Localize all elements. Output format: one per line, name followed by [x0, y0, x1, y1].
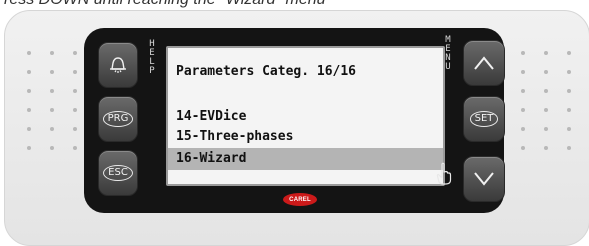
right-speaker-dots: [521, 51, 573, 152]
carel-logo: CAREL: [283, 193, 317, 206]
set-label: SET: [469, 111, 499, 127]
up-button[interactable]: [463, 40, 505, 86]
down-button[interactable]: [463, 156, 505, 202]
menu-item[interactable]: 15-Three-phases: [168, 126, 443, 148]
esc-label: ESC: [103, 165, 133, 181]
chevron-up-icon: [474, 56, 494, 70]
lcd-screen: Parameters Categ. 16/16 14-EVDice 15-Thr…: [166, 46, 445, 186]
left-speaker-dots: [27, 51, 79, 152]
alarm-button[interactable]: [98, 42, 138, 88]
caption-text: ress DOWN until reaching the "Wizard" me…: [4, 0, 326, 9]
set-button[interactable]: SET: [463, 96, 505, 142]
menu-item-selected[interactable]: 16-Wizard: [168, 148, 443, 170]
brand-text: CAREL: [289, 196, 311, 203]
chevron-down-icon: [474, 172, 494, 186]
prg-button[interactable]: PRG: [98, 96, 138, 142]
help-letter: P: [149, 66, 155, 76]
menu-item[interactable]: 14-EVDice: [168, 106, 443, 128]
esc-button[interactable]: ESC: [98, 150, 138, 196]
screen-title: Parameters Categ. 16/16: [176, 64, 357, 79]
bell-icon: [110, 57, 126, 73]
finger-pointer-icon: [436, 162, 452, 185]
prg-label: PRG: [102, 111, 134, 127]
help-label: H E L P: [147, 40, 157, 76]
